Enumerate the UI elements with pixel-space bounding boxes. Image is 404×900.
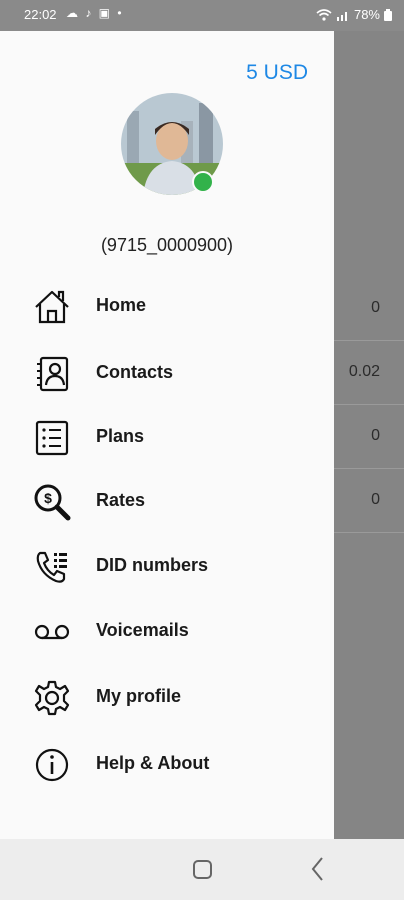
system-navigation-bar bbox=[0, 839, 404, 900]
balance-label[interactable]: 5 USD bbox=[246, 61, 308, 85]
voicemail-icon bbox=[34, 624, 70, 640]
navigation-drawer: 5 USD (9715_0000900) Home Contacts Plans… bbox=[0, 31, 334, 839]
menu-item-voicemails[interactable]: Voicemails bbox=[0, 602, 334, 658]
contacts-icon bbox=[37, 356, 69, 392]
battery-icon bbox=[384, 8, 392, 21]
menu-item-contacts[interactable]: Contacts bbox=[0, 344, 334, 400]
background-row: 0 bbox=[334, 405, 404, 469]
back-button[interactable] bbox=[308, 855, 326, 883]
menu-item-label: My profile bbox=[96, 686, 182, 706]
home-icon bbox=[35, 290, 69, 324]
phone-number: (9715_0000900) bbox=[100, 235, 234, 255]
background-list: 0 0.02 0 0 bbox=[334, 31, 404, 839]
menu-item-label: Plans bbox=[96, 426, 145, 446]
rates-icon: $ bbox=[34, 484, 71, 521]
menu-item-rates[interactable]: $ Rates bbox=[0, 472, 334, 528]
background-value: 0 bbox=[371, 299, 380, 316]
menu-item-label: Rates bbox=[96, 490, 146, 510]
menu-item-label: Home bbox=[96, 295, 147, 315]
status-time: 22:02 bbox=[24, 7, 57, 22]
background-value: 0.02 bbox=[348, 363, 380, 380]
background-row: 0 bbox=[334, 469, 404, 533]
status-right: 78% bbox=[316, 7, 392, 22]
background-value: 0 bbox=[371, 491, 380, 508]
online-status-indicator bbox=[192, 171, 214, 193]
notification-icons: ☁ ♪ ▣ • bbox=[66, 6, 124, 20]
menu-item-help-about[interactable]: Help & About bbox=[0, 735, 334, 791]
background-value: 0 bbox=[371, 427, 380, 444]
status-bar: 22:02 ☁ ♪ ▣ • 78% bbox=[0, 0, 404, 31]
plans-icon bbox=[35, 420, 69, 456]
menu-item-label: DID numbers bbox=[96, 555, 209, 575]
menu-item-did-numbers[interactable]: DID numbers bbox=[0, 537, 334, 593]
background-row: 0 bbox=[334, 277, 404, 341]
did-numbers-icon bbox=[36, 551, 67, 583]
battery-percent: 78% bbox=[353, 7, 380, 22]
wifi-icon bbox=[316, 8, 332, 21]
home-button[interactable] bbox=[193, 860, 212, 879]
signal-icon bbox=[336, 11, 347, 21]
menu-item-home[interactable]: Home bbox=[0, 277, 334, 333]
menu-item-label: Contacts bbox=[96, 362, 174, 382]
info-icon bbox=[35, 748, 69, 782]
background-row: 0.02 bbox=[334, 341, 404, 405]
menu-item-label: Voicemails bbox=[96, 620, 189, 640]
menu-item-plans[interactable]: Plans bbox=[0, 408, 334, 464]
svg-text:$: $ bbox=[44, 490, 52, 506]
gear-icon bbox=[34, 680, 70, 716]
menu-item-my-profile[interactable]: My profile bbox=[0, 668, 334, 724]
menu-item-label: Help & About bbox=[96, 753, 210, 773]
